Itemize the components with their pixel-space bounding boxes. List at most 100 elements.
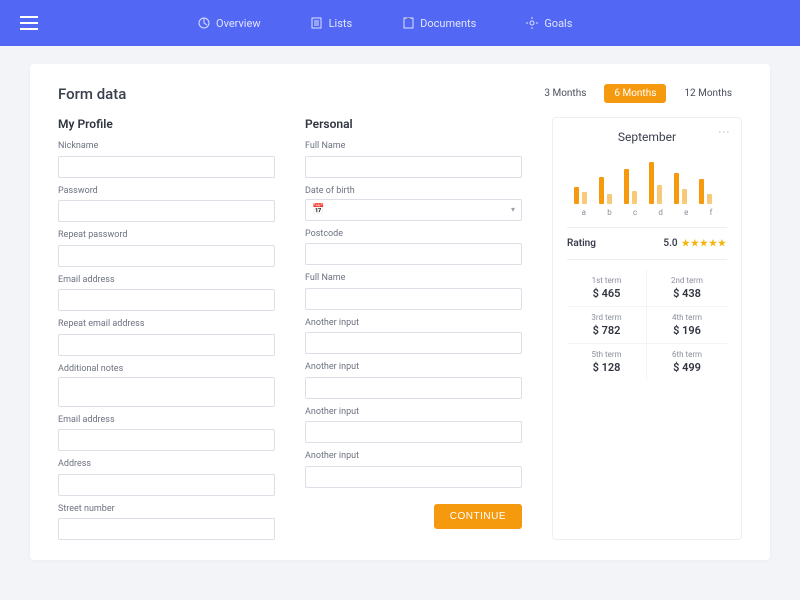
term-label: 1st term	[567, 276, 646, 285]
postcode-input[interactable]	[305, 243, 522, 265]
rating-value: 5.0 ★★★★★	[663, 238, 727, 249]
side-top: ⋮ September abcdef	[567, 130, 727, 217]
card-header: Form data 3 Months 6 Months 12 Months	[58, 84, 742, 103]
postcode-label: Postcode	[305, 229, 522, 239]
chart-bar	[682, 189, 687, 204]
overview-icon	[198, 17, 210, 29]
bar-chart	[567, 156, 727, 204]
term-cell: 3rd term$ 782	[567, 307, 647, 344]
another1-label: Another input	[305, 318, 522, 328]
email2-input[interactable]	[58, 429, 275, 451]
chart-bar	[599, 177, 604, 204]
goals-icon	[526, 17, 538, 29]
nav-label: Lists	[329, 17, 353, 30]
chart-bar	[607, 194, 612, 204]
term-cell: 5th term$ 128	[567, 344, 647, 380]
repeat-email-label: Repeat email address	[58, 319, 275, 329]
notes-label: Additional notes	[58, 364, 275, 374]
nav-documents[interactable]: Documents	[402, 17, 476, 30]
personal-column: Personal Full Name Date of birth 📅 ▾ Pos…	[305, 117, 522, 540]
address-input[interactable]	[58, 474, 275, 496]
another4-input[interactable]	[305, 466, 522, 488]
fullname2-input[interactable]	[305, 288, 522, 310]
nav-goals[interactable]: Goals	[526, 17, 572, 30]
chart-xlabel: c	[633, 208, 637, 217]
term-value: $ 196	[647, 324, 727, 337]
form-layout: My Profile Nickname Password Repeat pass…	[58, 117, 742, 540]
profile-title: My Profile	[58, 117, 275, 131]
personal-title: Personal	[305, 117, 522, 131]
chart-xlabel: f	[710, 208, 713, 217]
fullname-input[interactable]	[305, 156, 522, 178]
chart-bar	[624, 169, 629, 204]
more-icon[interactable]: ⋮	[717, 126, 731, 137]
repeat-password-input[interactable]	[58, 245, 275, 267]
chart-bar	[707, 194, 712, 204]
hamburger-icon[interactable]	[20, 16, 38, 30]
profile-column: My Profile Nickname Password Repeat pass…	[58, 117, 275, 540]
term-label: 5th term	[567, 350, 646, 359]
page-title: Form data	[58, 85, 126, 103]
documents-icon	[402, 17, 414, 29]
chart-bar	[632, 191, 637, 204]
dob-input[interactable]: 📅 ▾	[305, 199, 522, 221]
another3-input[interactable]	[305, 421, 522, 443]
term-label: 2nd term	[647, 276, 727, 285]
term-cell: 4th term $ 196	[647, 307, 727, 344]
repeat-email-input[interactable]	[58, 334, 275, 356]
term-label: 6th term	[647, 350, 727, 359]
password-input[interactable]	[58, 200, 275, 222]
email-input[interactable]	[58, 289, 275, 311]
top-nav: Overview Lists Documents Goals	[198, 17, 572, 30]
chart-bar	[674, 173, 679, 204]
nav-label: Documents	[420, 17, 476, 30]
term-cell: 6th term $ 499	[647, 344, 727, 380]
dob-label: Date of birth	[305, 186, 522, 196]
topbar: Overview Lists Documents Goals	[0, 0, 800, 46]
chart-bar	[582, 192, 587, 204]
range-12-months[interactable]: 12 Months	[674, 84, 742, 103]
fullname-label: Full Name	[305, 141, 522, 151]
notes-input[interactable]	[58, 377, 275, 407]
chart-xlabels: a b c d e f	[567, 208, 727, 217]
chart-bar	[699, 179, 704, 204]
range-selector: 3 Months 6 Months 12 Months	[534, 84, 742, 103]
term-cell: 1st term$ 465	[567, 270, 647, 307]
nickname-input[interactable]	[58, 156, 275, 178]
repeat-password-label: Repeat password	[58, 230, 275, 240]
nav-lists[interactable]: Lists	[311, 17, 353, 30]
chevron-down-icon: ▾	[511, 205, 515, 214]
rating-label: Rating	[567, 238, 596, 249]
nav-overview[interactable]: Overview	[198, 17, 261, 30]
term-value: $ 499	[647, 361, 727, 374]
range-6-months[interactable]: 6 Months	[604, 84, 666, 103]
term-label: 4th term	[647, 313, 727, 322]
chart-xlabel: a	[582, 208, 586, 217]
chart-bar	[649, 162, 654, 204]
lists-icon	[311, 17, 323, 29]
street-input[interactable]	[58, 518, 275, 540]
rating-row: Rating 5.0 ★★★★★	[567, 227, 727, 260]
chart-xlabel: b	[607, 208, 612, 217]
another2-label: Another input	[305, 362, 522, 372]
terms-grid: 1st term$ 4652nd term$ 4383rd term$ 7824…	[567, 270, 727, 380]
range-3-months[interactable]: 3 Months	[534, 84, 596, 103]
content: Form data 3 Months 6 Months 12 Months My P…	[0, 46, 800, 560]
continue-button[interactable]: CONTINUE	[434, 504, 522, 529]
chart-bar	[657, 185, 662, 204]
side-panel: ⋮ September abcdef Rating 5.0 ★★★★★ 1st …	[552, 117, 742, 540]
nav-label: Goals	[544, 17, 572, 30]
nav-label: Overview	[216, 17, 261, 30]
another3-label: Another input	[305, 407, 522, 417]
calendar-icon: 📅	[312, 204, 324, 215]
another1-input[interactable]	[305, 332, 522, 354]
password-label: Password	[58, 186, 275, 196]
chart-xlabel: d	[658, 208, 663, 217]
another2-input[interactable]	[305, 377, 522, 399]
fullname2-label: Full Name	[305, 273, 522, 283]
another4-label: Another input	[305, 451, 522, 461]
chart-xlabel: e	[684, 208, 688, 217]
term-value: $ 782	[567, 324, 646, 337]
street-label: Street number	[58, 504, 275, 514]
chart-bar	[574, 187, 579, 204]
